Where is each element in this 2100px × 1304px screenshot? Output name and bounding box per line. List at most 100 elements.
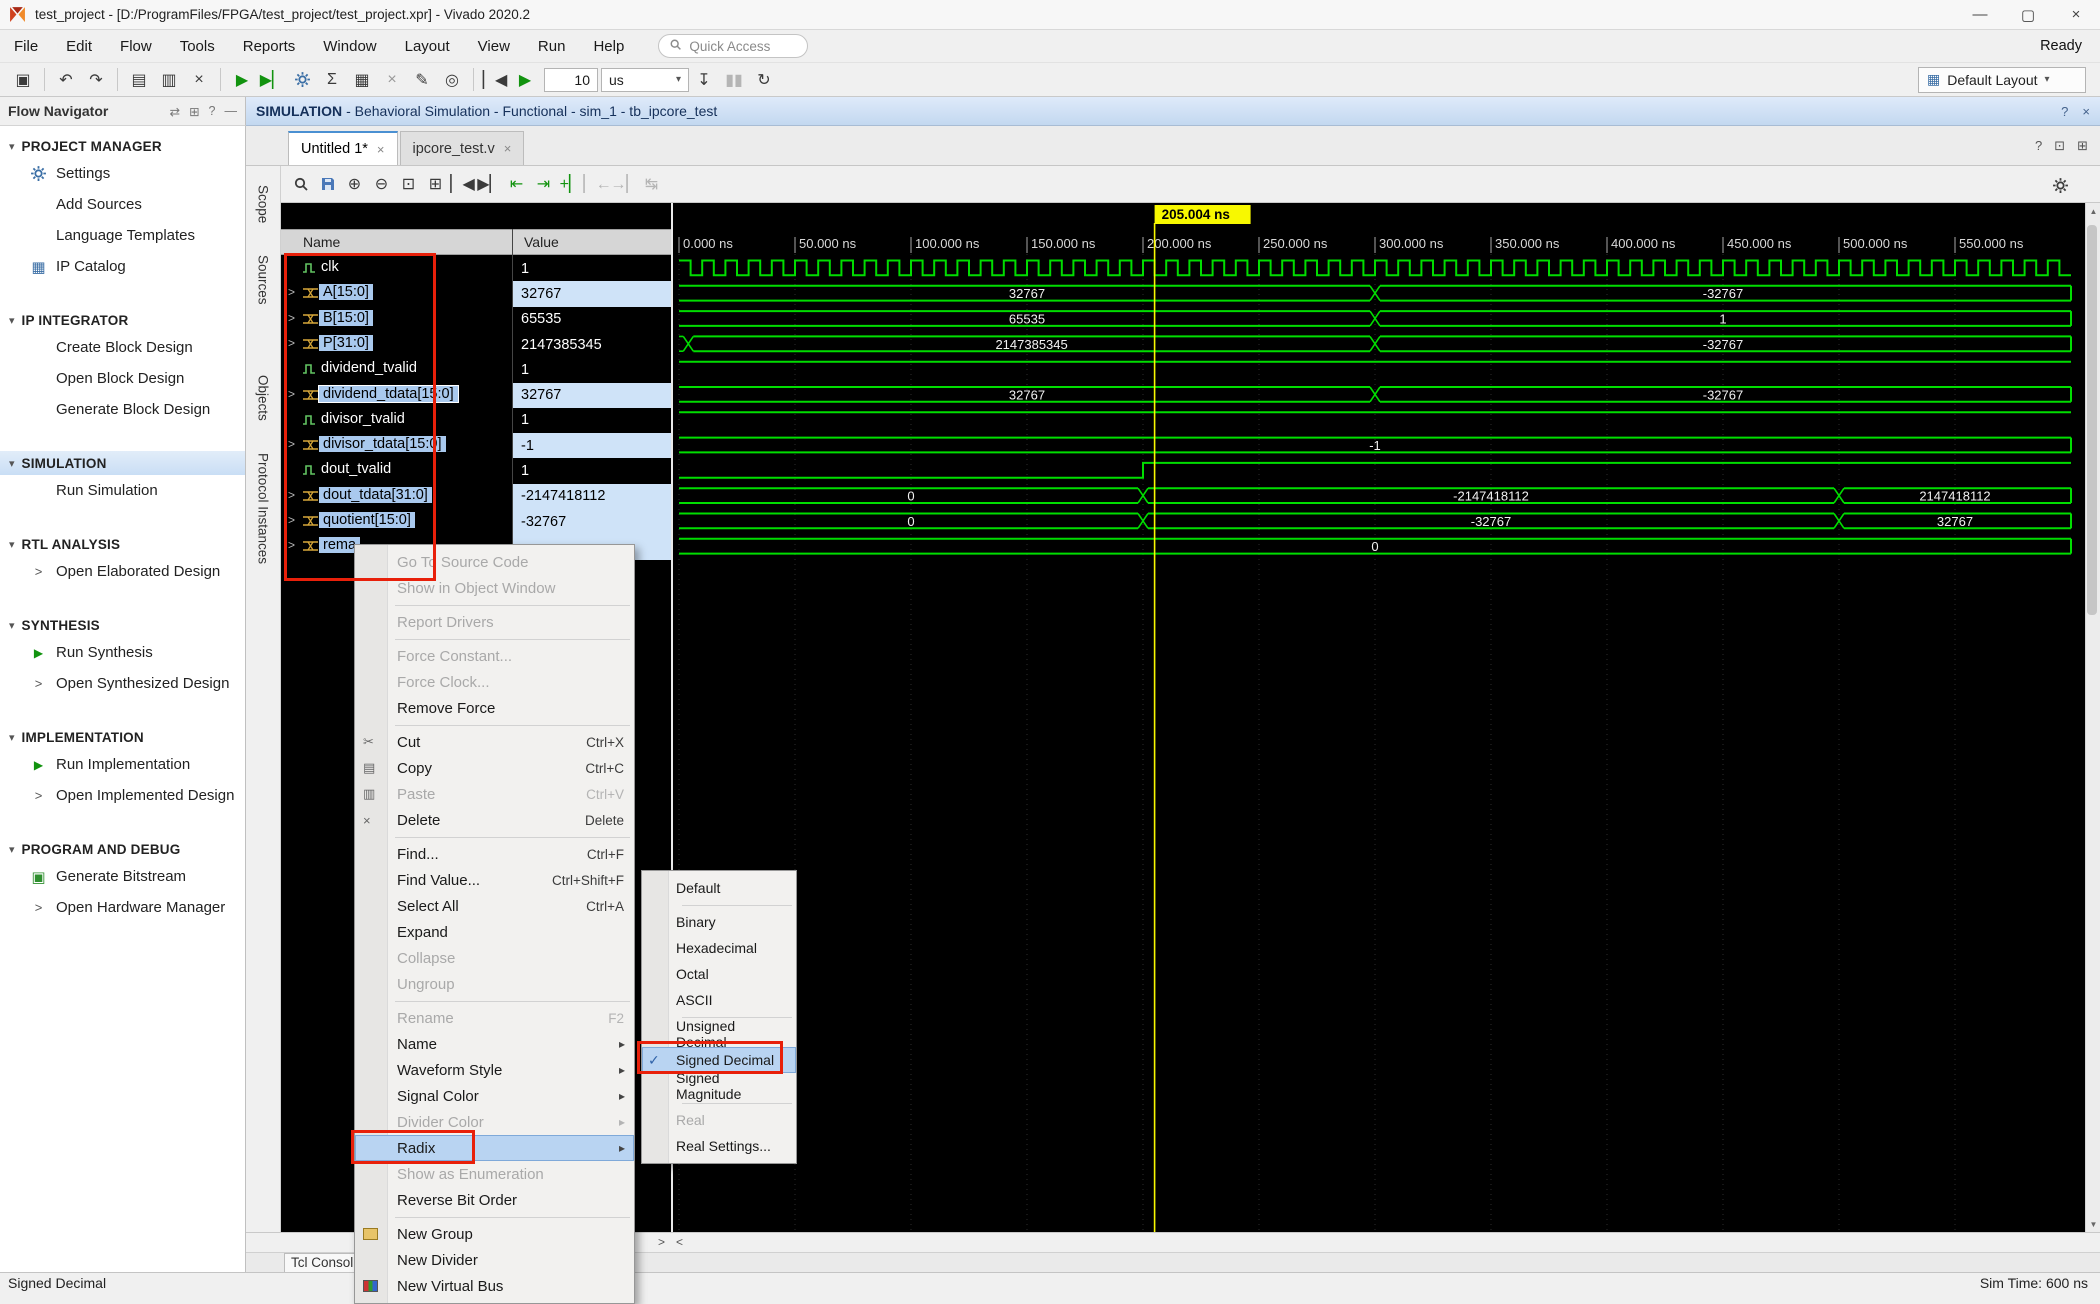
flownav-item-generate-bitstream[interactable]: ▣Generate Bitstream xyxy=(0,861,245,892)
waveform-canvas[interactable]: 0.000 ns50.000 ns100.000 ns150.000 ns200… xyxy=(671,203,2085,1232)
restart-icon[interactable]: ↻ xyxy=(749,66,779,94)
pane-expand-icon[interactable]: > xyxy=(658,1235,665,1249)
flownav-item-run-simulation[interactable]: Run Simulation xyxy=(0,475,245,506)
menu-window[interactable]: Window xyxy=(309,30,390,62)
signal-row-a-15-0[interactable]: >A[15:0] xyxy=(281,281,512,306)
close-icon[interactable]: × xyxy=(2082,104,2090,119)
menu-item-ascii[interactable]: ASCII xyxy=(642,987,796,1013)
pause-icon[interactable]: ▮▮ xyxy=(719,66,749,94)
flownav-item-language-templates[interactable]: Language Templates xyxy=(0,220,245,251)
flownav-item-generate-block-design[interactable]: Generate Block Design xyxy=(0,394,245,425)
signal-row-b-15-0[interactable]: >B[15:0] xyxy=(281,307,512,332)
menu-reports[interactable]: Reports xyxy=(229,30,310,62)
expand-chevron-icon[interactable]: > xyxy=(288,336,295,350)
menu-item-find-value[interactable]: Find Value...Ctrl+Shift+F xyxy=(355,867,634,893)
stop-icon[interactable]: × xyxy=(377,66,407,94)
run-duration-icon[interactable]: ↧ xyxy=(689,66,719,94)
wave-settings-gear-icon[interactable] xyxy=(2047,171,2074,199)
signal-value-divisor-tvalid[interactable]: 1 xyxy=(513,408,671,433)
probe-icon[interactable]: ◎ xyxy=(437,66,467,94)
flownav-item-open-implemented-design[interactable]: >Open Implemented Design xyxy=(0,780,245,811)
signal-value-dout-tdata-31-0[interactable]: -2147418112 xyxy=(513,484,671,509)
side-tab-sources[interactable]: Sources xyxy=(256,242,271,318)
scroll-down-icon[interactable]: ▼ xyxy=(2086,1216,2100,1232)
step-icon[interactable]: ▶▏ xyxy=(257,66,287,94)
tab-untitled-1[interactable]: Untitled 1*× xyxy=(288,131,398,165)
menu-item-remove-force[interactable]: Remove Force xyxy=(355,695,634,721)
zoom-out-icon[interactable]: ⊖ xyxy=(368,170,395,198)
flownav-item-open-elaborated-design[interactable]: >Open Elaborated Design xyxy=(0,556,245,587)
menu-help[interactable]: Help xyxy=(579,30,638,62)
float-left-icon[interactable]: ▏← xyxy=(584,170,611,198)
sum-icon[interactable]: Σ xyxy=(317,66,347,94)
signal-value-dout-tvalid[interactable]: 1 xyxy=(513,458,671,483)
run-time-input[interactable]: 10 xyxy=(544,68,598,92)
time-unit-select[interactable]: us ▾ xyxy=(601,68,689,92)
undo-icon[interactable]: ↶ xyxy=(51,66,81,94)
menu-item-new-virtual-bus[interactable]: New Virtual Bus xyxy=(355,1273,634,1299)
go-to-start-icon[interactable]: ▏◀ xyxy=(480,66,510,94)
signal-row-divisor-tvalid[interactable]: divisor_tvalid xyxy=(281,408,512,433)
signal-value-p-31-0[interactable]: 2147385345 xyxy=(513,332,671,357)
help-icon[interactable]: ? xyxy=(209,104,216,119)
expand-chevron-icon[interactable]: > xyxy=(288,437,295,451)
float-right-icon[interactable]: →▏ xyxy=(611,170,638,198)
menu-run[interactable]: Run xyxy=(524,30,580,62)
signal-value-dividend-tvalid[interactable]: 1 xyxy=(513,357,671,382)
go-to-time-0-icon[interactable]: ▏◀ xyxy=(449,170,476,198)
scrollbar-thumb[interactable] xyxy=(2087,225,2097,615)
save-waveform-icon[interactable] xyxy=(314,170,341,198)
signal-value-dividend-tdata-15-0[interactable]: 32767 xyxy=(513,383,671,408)
help-icon[interactable]: ? xyxy=(2061,104,2068,119)
signal-value-a-15-0[interactable]: 32767 xyxy=(513,281,671,306)
menu-flow[interactable]: Flow xyxy=(106,30,166,62)
menu-item-hexadecimal[interactable]: Hexadecimal xyxy=(642,935,796,961)
flownav-item-open-synthesized-design[interactable]: >Open Synthesized Design xyxy=(0,668,245,699)
minimize-button[interactable]: — xyxy=(1956,0,2004,29)
side-tab-scope[interactable]: Scope xyxy=(256,172,271,236)
tab-ipcore-test-v[interactable]: ipcore_test.v× xyxy=(400,131,525,165)
zoom-in-icon[interactable]: ⊕ xyxy=(341,170,368,198)
collapse-icon[interactable]: — xyxy=(225,104,238,119)
flownav-section-project-manager[interactable]: ▾PROJECT MANAGER xyxy=(0,134,245,158)
flownav-section-program-and-debug[interactable]: ▾PROGRAM AND DEBUG xyxy=(0,837,245,861)
dashboard-icon[interactable]: ▣ xyxy=(8,66,38,94)
copy-icon[interactable]: ▤ xyxy=(124,66,154,94)
find-icon[interactable] xyxy=(287,170,314,198)
expand-chevron-icon[interactable]: > xyxy=(288,538,295,552)
expand-chevron-icon[interactable]: > xyxy=(288,387,295,401)
flownav-item-ip-catalog[interactable]: ▦IP Catalog xyxy=(0,251,245,282)
settings-icon[interactable] xyxy=(287,66,317,94)
close-icon[interactable]: × xyxy=(377,142,385,157)
signal-row-dout-tdata-31-0[interactable]: >dout_tdata[31:0] xyxy=(281,484,512,509)
paste-icon[interactable]: ▥ xyxy=(154,66,184,94)
layout-select[interactable]: ▦ Default Layout ▾ xyxy=(1918,67,2086,93)
menu-item-radix[interactable]: Radix▸ xyxy=(355,1135,634,1161)
menu-item-real-settings[interactable]: Real Settings... xyxy=(642,1133,796,1159)
report-icon[interactable]: ▦ xyxy=(347,66,377,94)
quick-access-search[interactable]: Quick Access xyxy=(658,34,808,58)
flownav-section-synthesis[interactable]: ▾SYNTHESIS xyxy=(0,613,245,637)
flownav-item-add-sources[interactable]: Add Sources xyxy=(0,189,245,220)
menu-layout[interactable]: Layout xyxy=(391,30,464,62)
edit-icon[interactable]: ✎ xyxy=(407,66,437,94)
flownav-item-run-implementation[interactable]: ▶Run Implementation xyxy=(0,749,245,780)
zoom-fit-icon[interactable]: ⊡ xyxy=(395,170,422,198)
menu-item-expand[interactable]: Expand xyxy=(355,919,634,945)
menu-item-new-group[interactable]: New Group xyxy=(355,1221,634,1247)
maximize-button[interactable]: ▢ xyxy=(2004,0,2052,29)
expand-chevron-icon[interactable]: > xyxy=(288,513,295,527)
signal-value-quotient-15-0[interactable]: -32767 xyxy=(513,509,671,534)
menu-item-binary[interactable]: Binary xyxy=(642,909,796,935)
expand-chevron-icon[interactable]: > xyxy=(288,285,295,299)
previous-transition-icon[interactable]: ⇤ xyxy=(503,170,530,198)
menu-item-copy[interactable]: ▤CopyCtrl+C xyxy=(355,755,634,781)
flownav-item-open-hardware-manager[interactable]: >Open Hardware Manager xyxy=(0,892,245,923)
expand-all-icon[interactable]: ⊞ xyxy=(189,104,199,119)
menu-item-octal[interactable]: Octal xyxy=(642,961,796,987)
zoom-to-cursor-icon[interactable]: ⊞ xyxy=(422,170,449,198)
flownav-item-create-block-design[interactable]: Create Block Design xyxy=(0,332,245,363)
menu-item-default[interactable]: Default xyxy=(642,875,796,901)
delete-icon[interactable]: × xyxy=(184,66,214,94)
signal-value-divisor-tdata-15-0[interactable]: -1 xyxy=(513,433,671,458)
